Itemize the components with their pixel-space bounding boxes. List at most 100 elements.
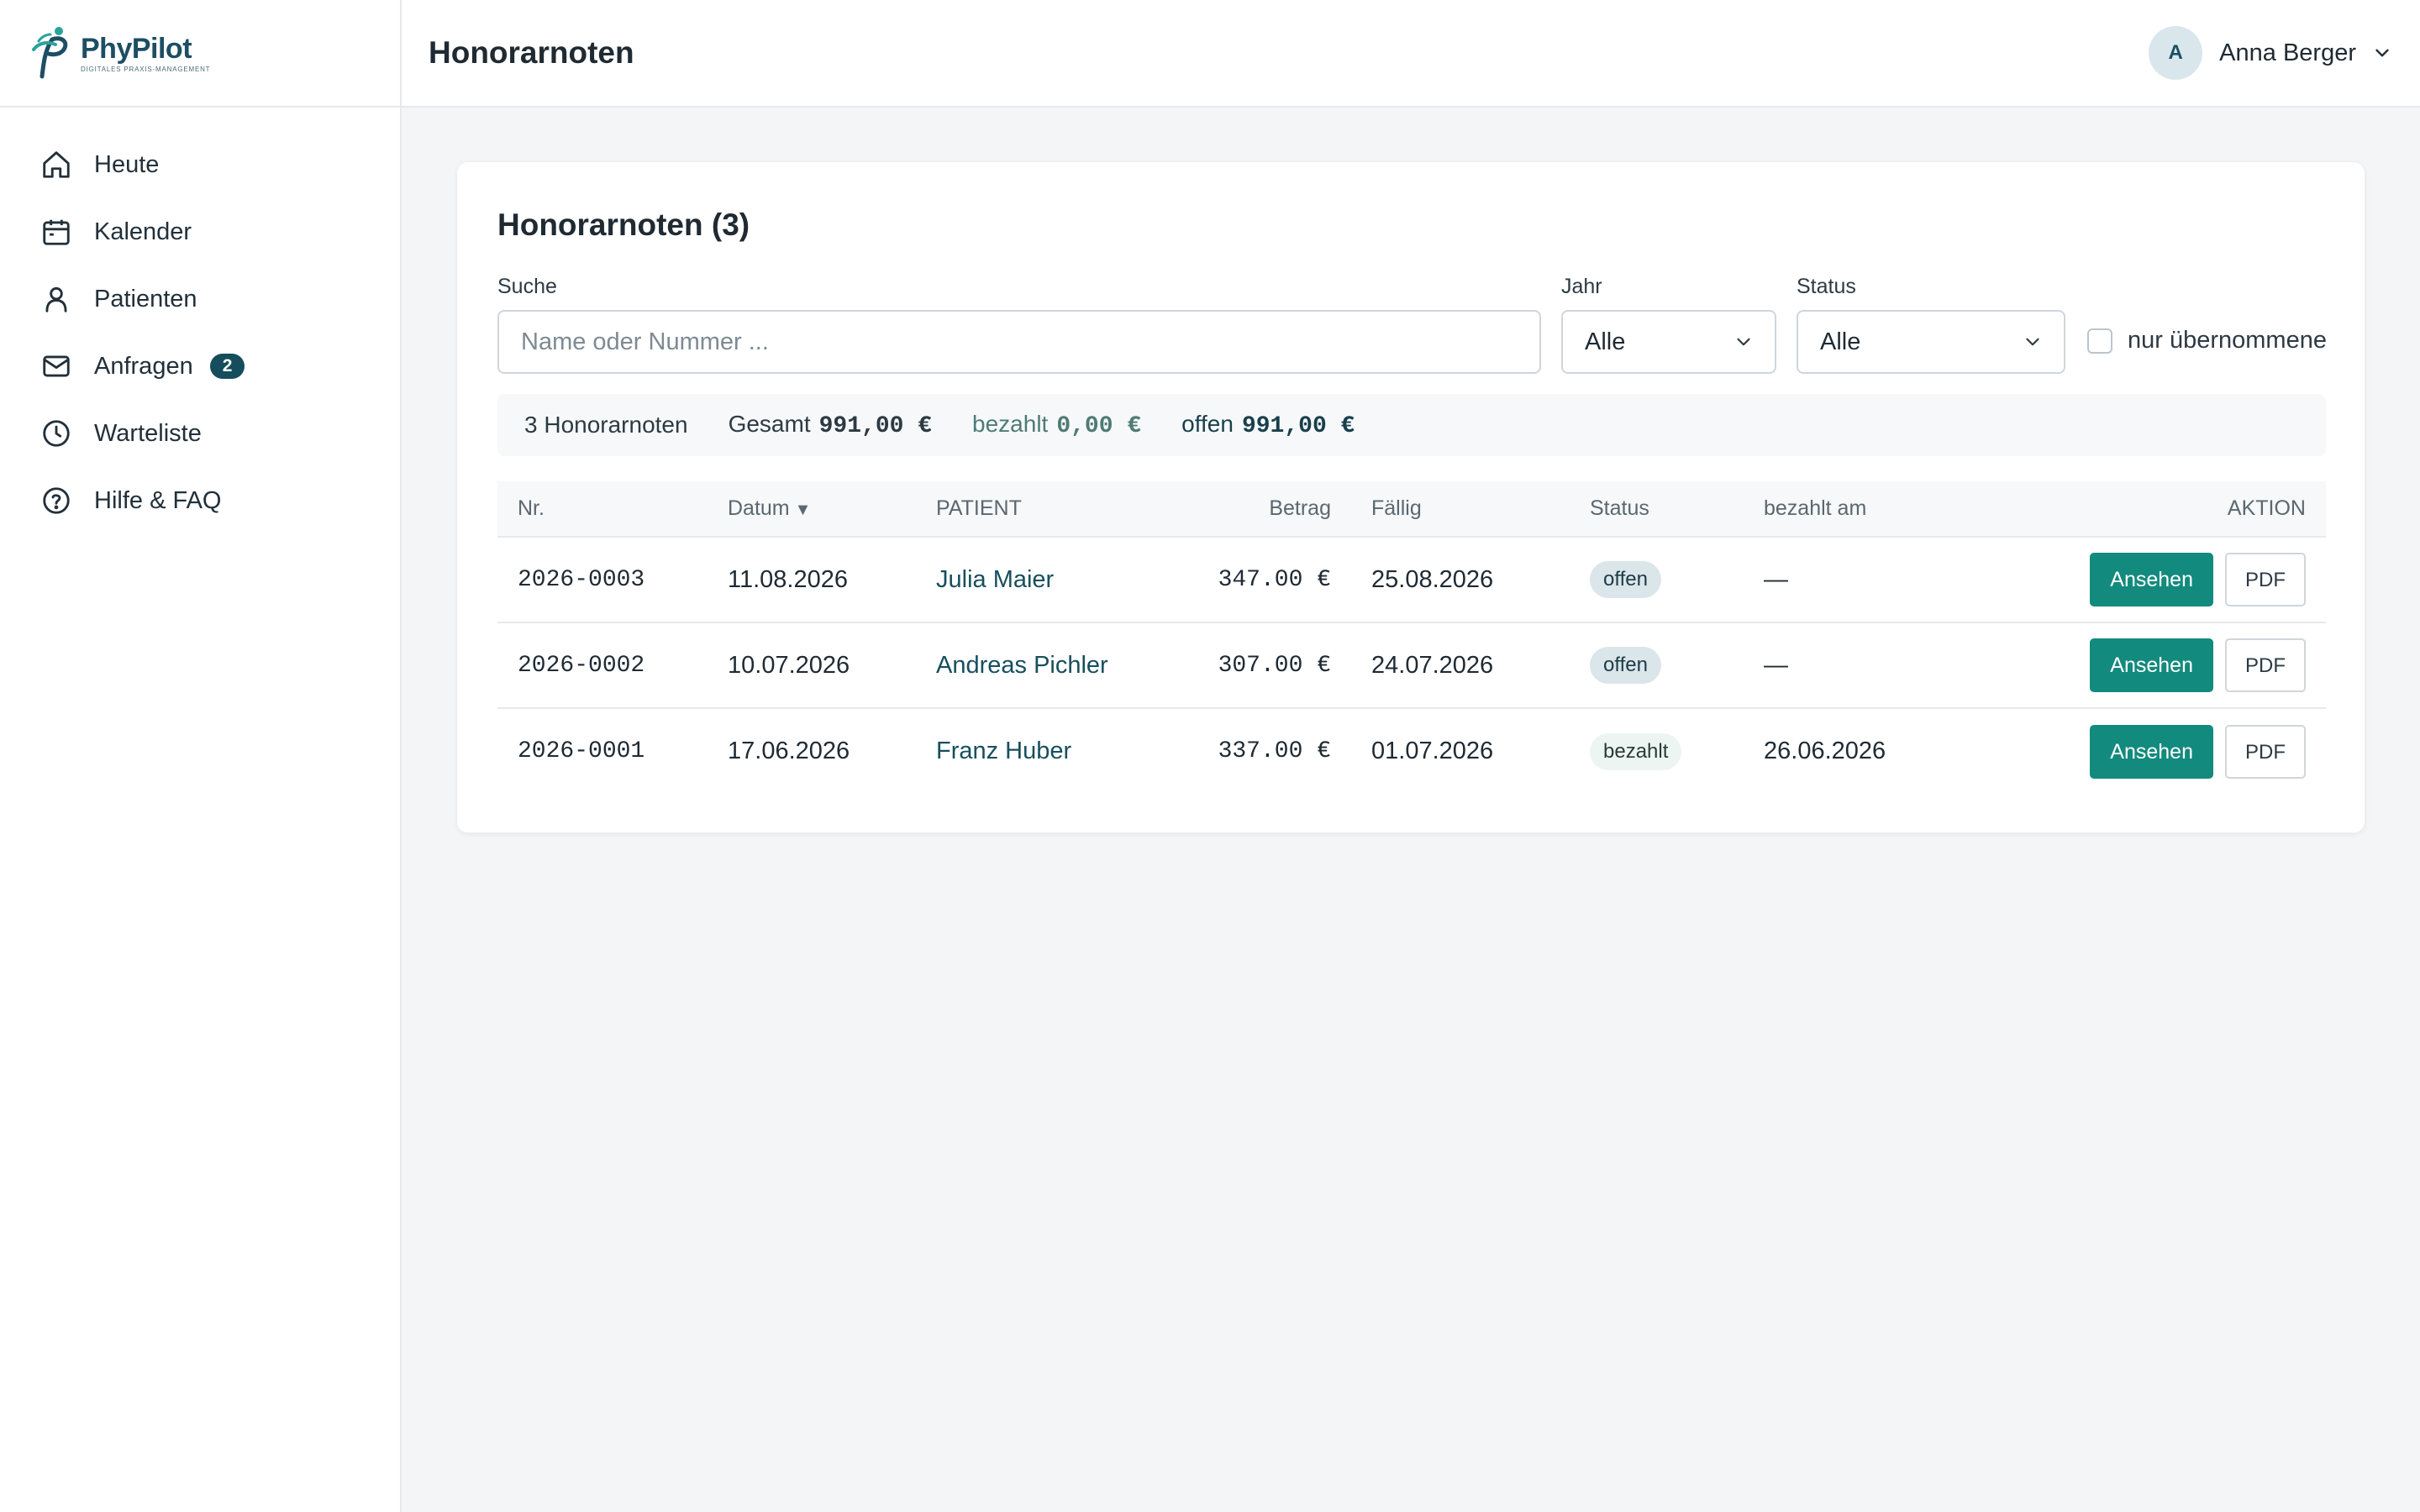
summary-total: Gesamt 991,00 € — [729, 411, 932, 439]
patient-link[interactable]: Franz Huber — [936, 738, 1071, 764]
header-paid-on[interactable]: bezahlt am — [1764, 481, 2016, 537]
invoice-paid-on: — — [1764, 651, 1788, 679]
sidebar-item-warteliste[interactable]: Warteliste — [0, 400, 400, 467]
main-content: Honorarnoten A Anna Berger Honorarnoten … — [402, 0, 2420, 1512]
summary-open: offen 991,00 € — [1181, 411, 1355, 439]
summary-open-label: offen — [1181, 411, 1234, 437]
logo[interactable]: PhyPilot DIGITALES PRAXIS-MANAGEMENT — [27, 24, 210, 81]
status-select-value: Alle — [1820, 328, 1861, 355]
brand-tagline: DIGITALES PRAXIS-MANAGEMENT — [81, 65, 211, 73]
user-icon — [45, 286, 67, 312]
user-menu[interactable]: A Anna Berger — [2149, 26, 2393, 80]
logo-area: PhyPilot DIGITALES PRAXIS-MANAGEMENT — [0, 0, 400, 108]
chevron-down-icon — [1737, 338, 1750, 346]
pdf-button[interactable]: PDF — [2225, 638, 2306, 692]
summary-count-text: 3 Honorarnoten — [524, 412, 688, 438]
sidebar-item-label: Hilfe & FAQ — [94, 486, 222, 514]
table-row: 2026-0002 10.07.2026 Andreas Pichler 307… — [497, 622, 2326, 708]
clock-icon — [43, 420, 70, 447]
search-input[interactable] — [497, 310, 1541, 374]
header-nr[interactable]: Nr. — [497, 481, 728, 537]
invoice-amount: 337.00 € — [1218, 738, 1331, 764]
sidebar-item-kalender[interactable]: Kalender — [0, 198, 400, 265]
sidebar-item-label: Warteliste — [94, 419, 202, 447]
sidebar-item-label: Patienten — [94, 285, 197, 312]
help-icon — [43, 487, 70, 514]
summary-open-value: 991,00 € — [1241, 413, 1355, 439]
home-icon — [43, 151, 70, 178]
invoice-amount: 307.00 € — [1218, 652, 1331, 679]
summary-paid-label: bezahlt — [972, 411, 1049, 437]
table-row: 2026-0001 17.06.2026 Franz Huber 337.00 … — [497, 708, 2326, 794]
only-taken-checkbox[interactable] — [2087, 328, 2112, 354]
header-status[interactable]: Status — [1590, 481, 1764, 537]
table-body: 2026-0003 11.08.2026 Julia Maier 347.00 … — [497, 537, 2326, 794]
table-row: 2026-0003 11.08.2026 Julia Maier 347.00 … — [497, 537, 2326, 622]
calendar-icon — [43, 219, 70, 245]
sort-desc-icon: ▼ — [794, 501, 812, 519]
sidebar: PhyPilot DIGITALES PRAXIS-MANAGEMENT Heu… — [0, 0, 402, 1512]
only-taken-filter[interactable]: nur übernommene — [2087, 327, 2327, 354]
sidebar-item-hilfe[interactable]: Hilfe & FAQ — [0, 467, 400, 534]
invoice-number: 2026-0002 — [518, 652, 645, 679]
mail-icon — [43, 355, 70, 377]
year-select-value: Alle — [1585, 328, 1626, 355]
summary-total-value: 991,00 € — [818, 413, 933, 439]
year-select[interactable]: Alle — [1561, 310, 1776, 374]
status-badge: offen — [1590, 647, 1661, 684]
sidebar-nav: Heute Kalender Patienten Anfragen 2 Wart… — [0, 108, 400, 534]
invoice-due-date: 25.08.2026 — [1371, 565, 1494, 593]
invoices-card: Honorarnoten (3) Suche Jahr Alle Status … — [456, 161, 2365, 833]
user-name: Anna Berger — [2219, 39, 2356, 66]
header-action: AKTION — [2227, 496, 2306, 520]
invoice-number: 2026-0001 — [518, 738, 645, 764]
patient-link[interactable]: Andreas Pichler — [936, 652, 1108, 679]
sidebar-item-anfragen[interactable]: Anfragen 2 — [0, 333, 400, 400]
invoice-date: 11.08.2026 — [728, 565, 848, 593]
table-header-row: Nr. Datum ▼ PATIENT Betrag Fällig Status … — [497, 481, 2326, 537]
invoices-table: Nr. Datum ▼ PATIENT Betrag Fällig Status … — [497, 481, 2326, 794]
header-datum-label: Datum — [728, 496, 790, 520]
summary-paid: bezahlt 0,00 € — [972, 411, 1141, 439]
pdf-button[interactable]: PDF — [2225, 553, 2306, 606]
header-patient[interactable]: PATIENT — [936, 481, 1213, 537]
header-datum[interactable]: Datum ▼ — [728, 481, 936, 537]
patient-link[interactable]: Julia Maier — [936, 566, 1054, 593]
topbar: Honorarnoten A Anna Berger — [402, 0, 2420, 108]
invoice-date: 10.07.2026 — [728, 651, 850, 679]
card-title: Honorarnoten (3) — [497, 207, 750, 242]
sidebar-item-patienten[interactable]: Patienten — [0, 265, 400, 333]
status-label: Status — [1797, 275, 1856, 298]
brand-name: PhyPilot — [81, 32, 192, 65]
view-button[interactable]: Ansehen — [2090, 553, 2213, 606]
only-taken-label: nur übernommene — [2128, 327, 2327, 354]
invoice-due-date: 01.07.2026 — [1371, 738, 1494, 764]
sidebar-item-heute[interactable]: Heute — [0, 131, 400, 198]
sidebar-item-label: Heute — [94, 150, 160, 178]
status-select[interactable]: Alle — [1797, 310, 2065, 374]
logo-text: PhyPilot DIGITALES PRAXIS-MANAGEMENT — [81, 34, 210, 73]
invoice-number: 2026-0003 — [518, 566, 645, 593]
summary-count: 3 Honorarnoten — [524, 412, 688, 438]
invoice-date: 17.06.2026 — [728, 738, 850, 764]
search-label: Suche — [497, 275, 557, 298]
header-betrag[interactable]: Betrag — [1213, 481, 1331, 537]
header-faellig[interactable]: Fällig — [1331, 481, 1590, 537]
invoice-amount: 347.00 € — [1218, 566, 1331, 593]
status-badge: bezahlt — [1590, 732, 1682, 770]
pdf-button[interactable]: PDF — [2225, 724, 2306, 779]
invoice-due-date: 24.07.2026 — [1371, 651, 1494, 679]
summary-paid-value: 0,00 € — [1056, 413, 1142, 439]
summary-total-label: Gesamt — [728, 411, 811, 437]
view-button[interactable]: Ansehen — [2090, 724, 2213, 779]
anfragen-count-badge: 2 — [209, 354, 245, 379]
invoice-paid-on: — — [1764, 565, 1788, 593]
invoice-paid-on: 26.06.2026 — [1764, 738, 1886, 764]
avatar: A — [2149, 26, 2203, 80]
summary-bar: 3 Honorarnoten Gesamt 991,00 € bezahlt 0… — [497, 394, 2326, 456]
sidebar-item-label: Anfragen — [94, 352, 193, 380]
logo-icon — [32, 27, 68, 79]
view-button[interactable]: Ansehen — [2090, 638, 2213, 692]
year-label: Jahr — [1561, 275, 1602, 298]
page-title: Honorarnoten — [429, 35, 634, 70]
